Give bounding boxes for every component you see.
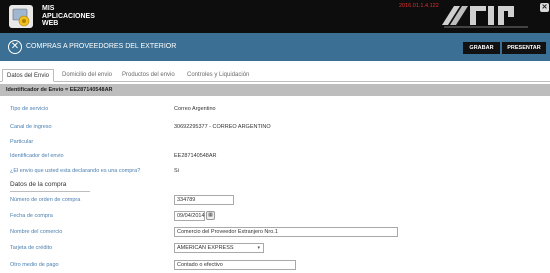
canal-ingreso-value: 30692295377 - CORREO ARGENTINO xyxy=(174,124,271,130)
tab-datos-envio[interactable]: Datos del Envio xyxy=(2,69,55,82)
canal-ingreso-label: Canal de ingreso xyxy=(10,124,52,130)
tab-domicilio-envio[interactable]: Domicilio del envio xyxy=(58,69,116,82)
tarjeta-credito-select[interactable]: AMERICAN EXPRESS ▾ xyxy=(174,243,264,253)
tab-productos-envio[interactable]: Productos del envio xyxy=(118,69,179,82)
nombre-comercio-input[interactable]: Comercio del Proveedor Extranjero Nro.1 xyxy=(174,227,398,237)
app-logo-icon xyxy=(9,5,33,28)
identificador-envio-value: EE287140548AR xyxy=(174,153,217,159)
tarjeta-credito-label: Tarjeta de crédito xyxy=(10,245,53,251)
app-title: MIS APLICACIONES WEB xyxy=(42,5,95,28)
close-circle-icon[interactable]: ✕ xyxy=(8,40,22,54)
identificador-envio-label: Identificador del envio xyxy=(10,153,64,159)
tarjeta-credito-value: AMERICAN EXPRESS xyxy=(177,245,234,251)
section-divider xyxy=(10,191,90,192)
app-title-line1: MIS xyxy=(42,5,55,12)
tipo-servicio-label: Tipo de servicio xyxy=(10,106,49,112)
fecha-compra-input[interactable]: 09/04/2014 xyxy=(174,211,205,221)
afip-logo xyxy=(442,6,528,28)
calendar-icon[interactable]: ▦ xyxy=(206,211,215,220)
tab-strip: Datos del Envio Domicilio del envio Prod… xyxy=(0,69,550,82)
page-title: COMPRAS A PROVEEDORES DEL EXTERIOR xyxy=(26,43,177,50)
es-compra-value: Si xyxy=(174,168,179,174)
app-title-line3: WEB xyxy=(42,20,59,27)
tab-controles-liquidacion[interactable]: Controles y Liquidación xyxy=(183,69,253,82)
section-title-datos-compra: Datos de la compra xyxy=(10,181,67,188)
envio-identifier-text: Identificador de Envio = EE287140548AR xyxy=(6,87,113,93)
version-label: 2016.01.1.4.122 xyxy=(399,3,439,9)
tipo-servicio-value: Correo Argentino xyxy=(174,106,216,112)
presentar-button[interactable]: PRESENTAR xyxy=(502,42,546,54)
title-bar: ✕ COMPRAS A PROVEEDORES DEL EXTERIOR GRA… xyxy=(0,33,550,61)
envio-identifier-bar: Identificador de Envio = EE287140548AR xyxy=(0,84,550,96)
es-compra-label: ¿El envio que usted esta declarando es u… xyxy=(10,168,141,174)
fecha-compra-label: Fecha de compra xyxy=(10,213,53,219)
orden-compra-input[interactable]: 334789 xyxy=(174,195,234,205)
otro-medio-pago-input[interactable]: Contado o efectivo xyxy=(174,260,296,270)
close-icon[interactable]: ✕ xyxy=(540,3,549,12)
top-header: MIS APLICACIONES WEB 2016.01.1.4.122 ✕ xyxy=(0,0,550,33)
particular-label: Particular xyxy=(10,139,34,145)
app-title-line2: APLICACIONES xyxy=(42,12,95,20)
grabar-button[interactable]: GRABAR xyxy=(463,42,500,54)
chevron-down-icon: ▾ xyxy=(257,245,260,251)
orden-compra-label: Número de orden de compra xyxy=(10,197,81,203)
nombre-comercio-label: Nombre del comercio xyxy=(10,229,63,235)
otro-medio-pago-label: Otro medio de pago xyxy=(10,262,59,268)
